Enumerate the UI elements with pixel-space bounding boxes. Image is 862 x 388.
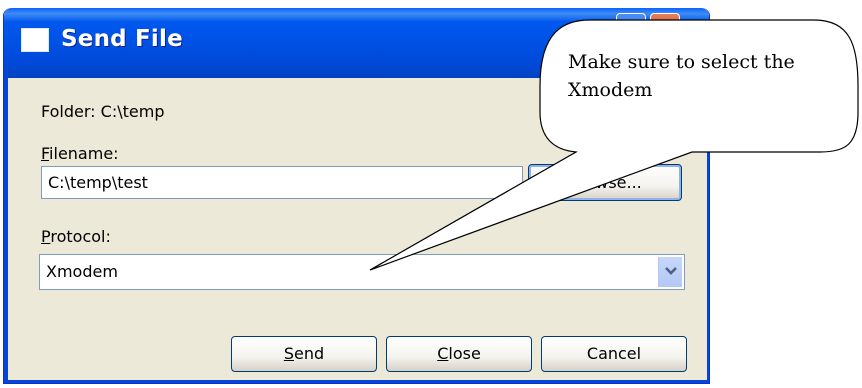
send-button-mnemonic: S xyxy=(283,344,294,363)
close-button[interactable]: Close xyxy=(386,336,532,372)
filename-label-rest: ilename: xyxy=(49,144,119,163)
protocol-selected-value: Xmodem xyxy=(46,262,118,281)
window-icon xyxy=(21,28,49,52)
help-button[interactable] xyxy=(616,13,646,43)
close-button-mnemonic: C xyxy=(437,344,449,363)
protocol-label-mnemonic: P xyxy=(41,227,51,246)
protocol-label: Protocol: xyxy=(41,227,111,246)
dialog-content: Folder: C:\temp Filename: C:\temp\test B… xyxy=(8,78,707,380)
chevron-down-icon xyxy=(665,267,677,275)
filename-label: Filename: xyxy=(41,144,119,163)
callout-line-1: Make sure to select the xyxy=(568,51,795,73)
screenshot-stage: Send File Folder: C:\temp Filename: C:\t… xyxy=(0,0,862,388)
folder-value: C:\temp xyxy=(100,102,165,121)
send-button[interactable]: Send xyxy=(231,336,377,372)
cancel-button[interactable]: Cancel xyxy=(541,336,687,372)
protocol-label-rest: rotocol: xyxy=(50,227,111,246)
callout-text: Make sure to select the Xmodem xyxy=(568,48,838,104)
folder-label-text: Folder: xyxy=(41,102,96,121)
callout-line-2: Xmodem xyxy=(568,79,653,101)
filename-input-value: C:\temp\test xyxy=(48,173,148,192)
protocol-select[interactable]: Xmodem xyxy=(39,254,685,290)
filename-input[interactable]: C:\temp\test xyxy=(41,166,523,199)
browse-button-label: Browse... xyxy=(568,173,642,192)
close-window-button[interactable] xyxy=(650,13,680,43)
send-button-label: end xyxy=(294,344,325,363)
browse-button[interactable]: Browse... xyxy=(528,164,682,201)
window-title: Send File xyxy=(61,26,183,52)
folder-label: Folder: C:\temp xyxy=(41,102,164,121)
dropdown-button[interactable] xyxy=(658,257,682,287)
cancel-button-label: Cancel xyxy=(586,344,642,363)
filename-label-mnemonic: F xyxy=(41,144,50,163)
close-button-label: lose xyxy=(448,344,481,363)
